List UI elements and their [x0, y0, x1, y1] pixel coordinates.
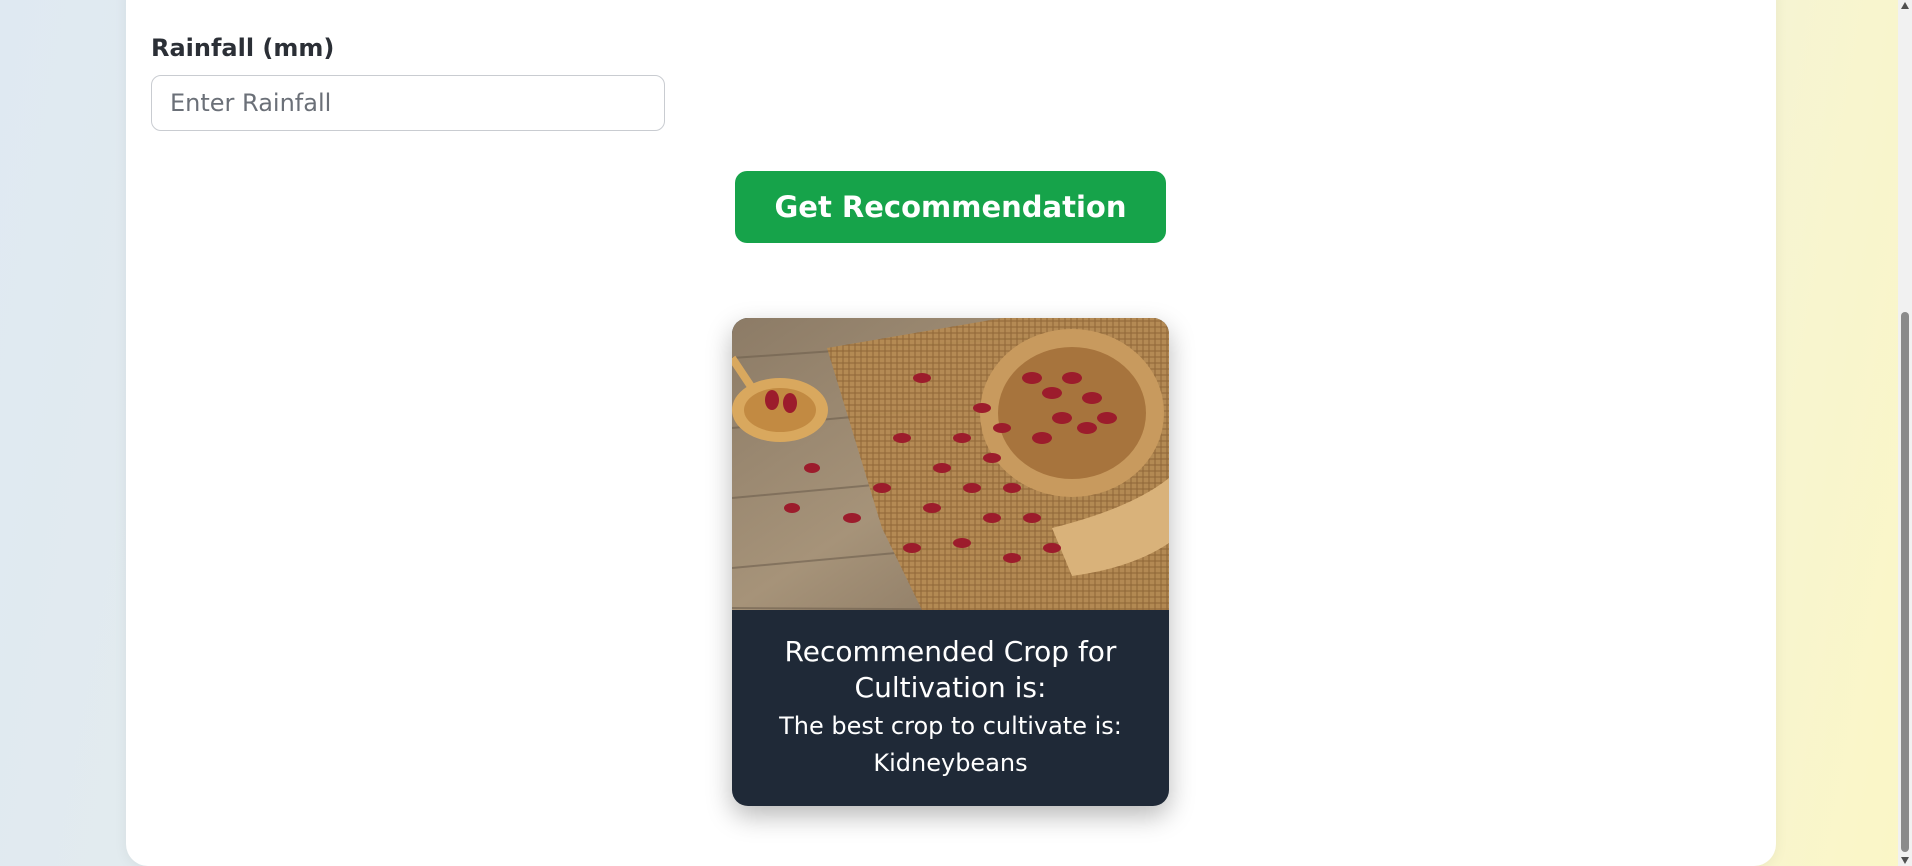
kidney-beans-image: [732, 318, 1169, 610]
recommended-crop: Kidneybeans: [873, 749, 1028, 777]
get-recommendation-button[interactable]: Get Recommendation: [735, 171, 1166, 243]
result-text: Recommended Crop for Cultivation is: The…: [732, 610, 1169, 781]
result-heading: Recommended Crop for Cultivation is:: [784, 635, 1117, 704]
result-card: Recommended Crop for Cultivation is: The…: [732, 318, 1169, 806]
result-description: The best crop to cultivate is:: [779, 712, 1122, 740]
rainfall-input[interactable]: [151, 75, 665, 131]
rainfall-label: Rainfall (mm): [151, 34, 335, 62]
page-scrollbar[interactable]: [1898, 0, 1912, 866]
scroll-up-arrow-icon[interactable]: [1901, 2, 1909, 9]
scroll-thumb[interactable]: [1901, 312, 1909, 852]
scroll-down-arrow-icon[interactable]: [1901, 857, 1909, 864]
